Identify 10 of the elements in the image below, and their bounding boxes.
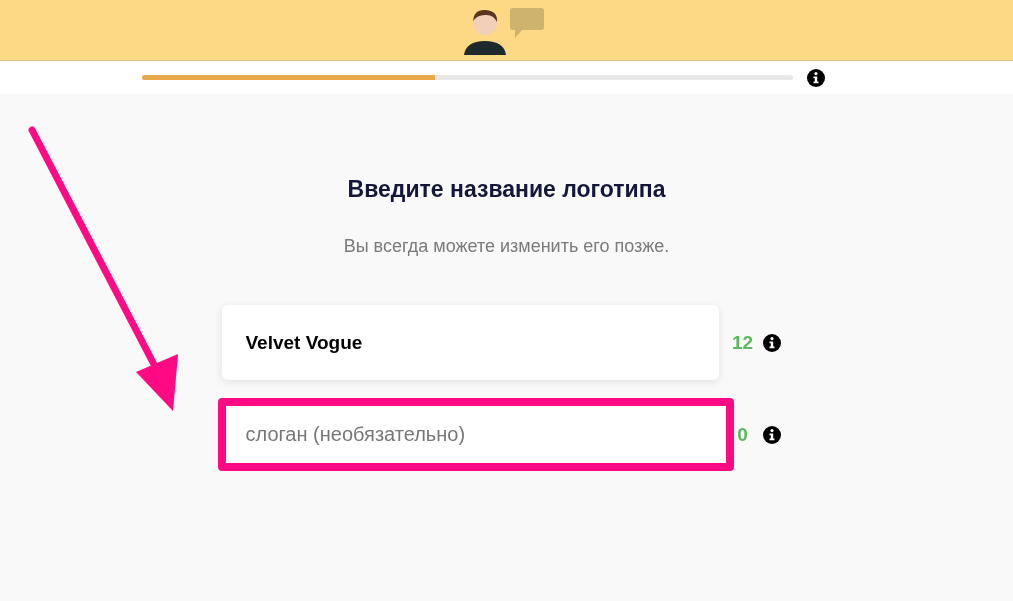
info-icon[interactable]	[807, 68, 825, 87]
info-icon[interactable]	[762, 333, 781, 352]
text-field[interactable]: слоган (необязательно)	[217, 398, 734, 471]
text-field[interactable]: Velvet Vogue	[221, 305, 719, 380]
character-count: 12	[730, 331, 755, 354]
info-icon[interactable]	[762, 425, 781, 444]
page-subtitle: Вы всегда можете изменить его позже.	[343, 236, 670, 257]
character-count: 0	[736, 423, 749, 446]
speech-bubble-icon	[509, 8, 544, 38]
page-heading: Введите название логотипа	[347, 176, 666, 203]
